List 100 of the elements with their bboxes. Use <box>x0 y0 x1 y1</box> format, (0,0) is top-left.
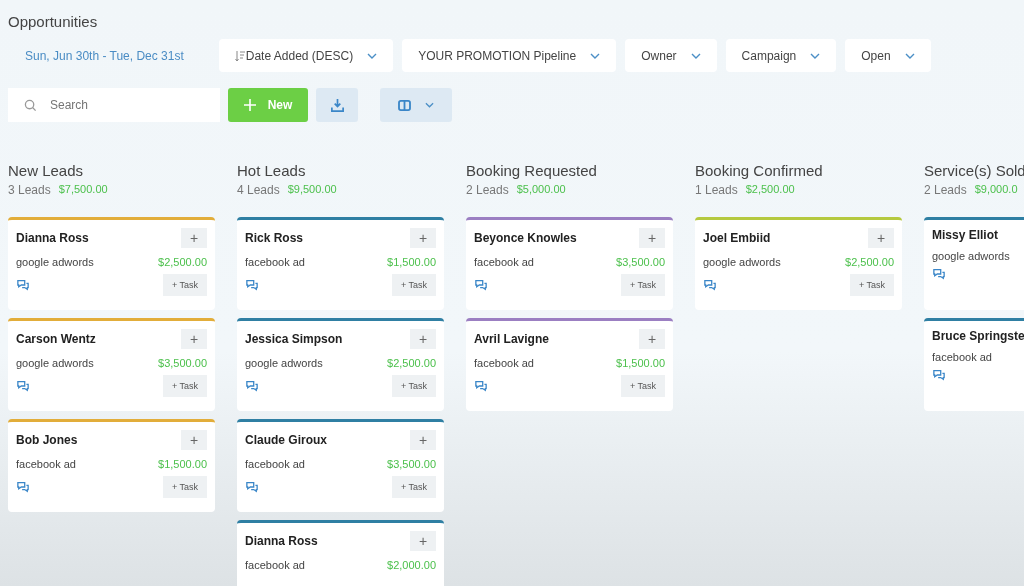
add-button[interactable]: + <box>181 228 207 248</box>
add-task-button[interactable]: + Task <box>162 375 207 397</box>
lead-name: Rick Ross <box>245 231 304 245</box>
add-task-button[interactable]: + Task <box>162 476 207 498</box>
chevron-down-icon <box>367 52 378 59</box>
add-button[interactable]: + <box>639 329 665 349</box>
add-task-button[interactable]: + Task <box>391 274 436 296</box>
lead-card[interactable]: Jessica Simpson + google adwords $2,500.00 + Task <box>237 318 444 411</box>
column-total: $9,000.0 <box>974 183 1018 197</box>
lead-name: Missy Elliot <box>932 228 999 242</box>
lead-name: Avril Lavigne <box>474 332 549 346</box>
lead-name: Beyonce Knowles <box>474 231 577 245</box>
lead-name: Claude Giroux <box>245 433 327 447</box>
column-total: $9,500.00 <box>287 183 337 197</box>
column-title: Booking Confirmed <box>695 162 824 179</box>
add-button[interactable]: + <box>410 430 436 450</box>
lead-card[interactable]: Beyonce Knowles + facebook ad $3,500.00 + Task <box>466 217 673 310</box>
chat-icon[interactable] <box>16 279 30 291</box>
lead-value: $2,500.00 <box>845 256 894 268</box>
chevron-down-icon <box>690 52 701 59</box>
chat-icon[interactable] <box>245 481 259 493</box>
lead-value: $3,500.00 <box>158 357 207 369</box>
lead-value: $3,500.00 <box>616 256 665 268</box>
lead-card[interactable]: Joel Embiid + google adwords $2,500.00 + Task <box>695 217 902 310</box>
chevron-down-icon <box>904 52 915 59</box>
chat-icon[interactable] <box>245 380 259 392</box>
lead-value: $3,500.00 <box>387 458 436 470</box>
chat-icon[interactable] <box>16 481 30 493</box>
chat-icon[interactable] <box>703 279 717 291</box>
add-button[interactable]: + <box>410 329 436 349</box>
lead-name: Carson Wentz <box>16 332 96 346</box>
column-title: New Leads <box>8 162 85 179</box>
search-field[interactable]: Search <box>8 88 220 122</box>
chat-icon[interactable] <box>474 380 488 392</box>
add-task-button[interactable]: + Task <box>162 274 207 296</box>
chat-icon[interactable] <box>16 380 30 392</box>
page-title: Opportunities <box>8 13 99 30</box>
column-total: $5,000.00 <box>516 183 566 197</box>
filter-dropdown[interactable]: Owner <box>625 39 717 72</box>
lead-value: $2,500.00 <box>158 256 207 268</box>
add-task-button[interactable]: + Task <box>849 274 894 296</box>
lead-card[interactable]: Dianna Ross + google adwords $2,500.00 + Task <box>8 217 215 310</box>
add-button[interactable]: + <box>181 430 207 450</box>
lead-card[interactable]: Avril Lavigne + facebook ad $1,500.00 + Task <box>466 318 673 411</box>
lead-name: Joel Embiid <box>703 231 771 245</box>
lead-card[interactable]: Bruce Springste facebook ad <box>924 318 1024 411</box>
add-task-button[interactable]: + Task <box>620 274 665 296</box>
lead-value: $2,500.00 <box>387 357 436 369</box>
column-total: $7,500.00 <box>58 183 108 197</box>
lead-source: facebook ad <box>932 351 992 363</box>
lead-source: google adwords <box>16 357 94 369</box>
lead-name: Bob Jones <box>16 433 78 447</box>
chat-icon[interactable] <box>932 369 946 381</box>
lead-value: $1,500.00 <box>158 458 207 470</box>
chevron-down-icon <box>590 52 601 59</box>
chevron-down-icon <box>810 52 821 59</box>
lead-card[interactable]: Bob Jones + facebook ad $1,500.00 + Task <box>8 419 215 512</box>
lead-card[interactable]: Claude Giroux + facebook ad $3,500.00 + Task <box>237 419 444 512</box>
add-button[interactable]: + <box>868 228 894 248</box>
chat-icon[interactable] <box>932 268 946 280</box>
lead-source: facebook ad <box>245 458 305 470</box>
columns-icon <box>398 99 411 111</box>
add-button[interactable]: + <box>181 329 207 349</box>
download-button[interactable] <box>316 88 358 122</box>
add-button[interactable]: + <box>639 228 665 248</box>
lead-name: Jessica Simpson <box>245 332 343 346</box>
add-button[interactable]: + <box>410 228 436 248</box>
chat-icon[interactable] <box>245 279 259 291</box>
lead-name: Dianna Ross <box>245 534 318 548</box>
lead-source: facebook ad <box>474 357 534 369</box>
lead-value: $1,500.00 <box>616 357 665 369</box>
lead-count: 1 Leads <box>695 183 738 197</box>
column-total: $2,500.00 <box>745 183 795 197</box>
filter-dropdown[interactable]: Campaign <box>725 39 837 72</box>
lead-value: $2,000.00 <box>387 559 436 571</box>
lead-source: google adwords <box>703 256 781 268</box>
filter-dropdown[interactable]: YOUR PROMOTION Pipeline <box>402 39 617 72</box>
sort-icon <box>234 49 245 62</box>
column-title: Service(s) Sold <box>924 162 1024 179</box>
filter-dropdown[interactable]: Open <box>845 39 931 72</box>
download-icon <box>329 97 345 113</box>
view-toggle-button[interactable] <box>380 88 452 122</box>
add-task-button[interactable]: + Task <box>391 476 436 498</box>
lead-value: $1,500.00 <box>387 256 436 268</box>
lead-source: google adwords <box>16 256 94 268</box>
chat-icon[interactable] <box>474 279 488 291</box>
add-button[interactable]: + <box>410 531 436 551</box>
lead-card[interactable]: Carson Wentz + google adwords $3,500.00 + Task <box>8 318 215 411</box>
filter-dropdown[interactable]: Date Added (DESC) <box>218 39 394 72</box>
lead-source: google adwords <box>245 357 323 369</box>
lead-source: google adwords <box>932 250 1010 262</box>
lead-source: facebook ad <box>16 458 76 470</box>
add-task-button[interactable]: + Task <box>620 375 665 397</box>
lead-count: 2 Leads <box>466 183 509 197</box>
lead-card[interactable]: Dianna Ross + facebook ad $2,000.00 <box>237 520 444 586</box>
chevron-down-icon <box>425 102 434 108</box>
add-task-button[interactable]: + Task <box>391 375 436 397</box>
column-title: Hot Leads <box>237 162 307 179</box>
lead-card[interactable]: Rick Ross + facebook ad $1,500.00 + Task <box>237 217 444 310</box>
lead-card[interactable]: Missy Elliot google adwords <box>924 217 1024 310</box>
